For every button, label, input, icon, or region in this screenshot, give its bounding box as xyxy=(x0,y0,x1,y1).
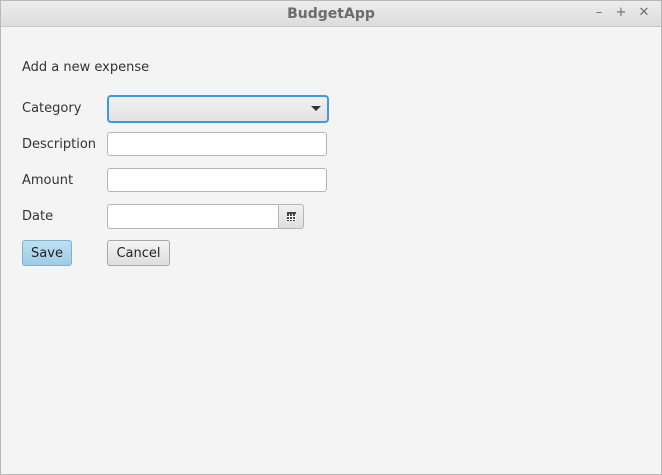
form-heading: Add a new expense xyxy=(22,60,150,75)
window-title: BudgetApp xyxy=(287,6,375,22)
calendar-icon xyxy=(287,212,296,221)
date-field[interactable] xyxy=(107,204,278,229)
app-window: BudgetApp – + ✕ Add a new expense Catego… xyxy=(0,0,662,475)
close-icon[interactable]: ✕ xyxy=(636,5,652,21)
save-button[interactable]: Save xyxy=(22,240,72,266)
maximize-icon[interactable]: + xyxy=(613,5,629,21)
description-field[interactable] xyxy=(107,132,327,156)
date-picker-button[interactable] xyxy=(278,204,304,229)
date-label: Date xyxy=(22,209,54,224)
cancel-button[interactable]: Cancel xyxy=(107,240,170,266)
category-label: Category xyxy=(22,101,82,116)
amount-label: Amount xyxy=(22,173,74,188)
description-label: Description xyxy=(22,137,97,152)
chevron-down-icon[interactable] xyxy=(311,106,321,111)
title-bar[interactable]: BudgetApp – + ✕ xyxy=(1,1,661,27)
amount-field[interactable] xyxy=(107,168,327,192)
category-combobox[interactable] xyxy=(107,95,329,123)
minimize-icon[interactable]: – xyxy=(591,5,607,21)
